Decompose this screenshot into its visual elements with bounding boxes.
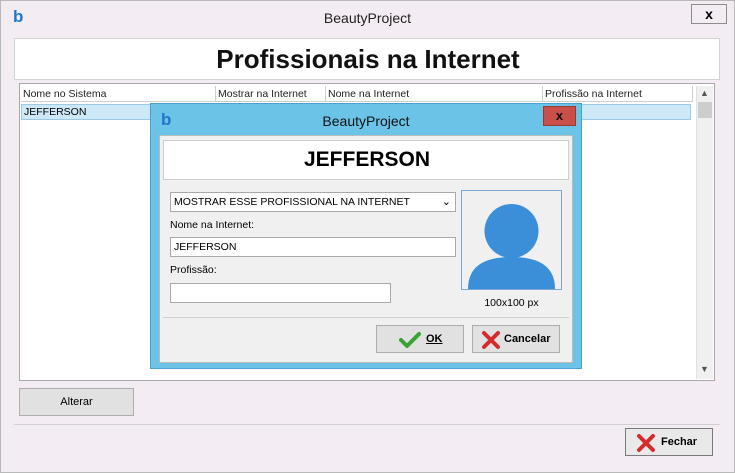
dialog-title: BeautyProject xyxy=(322,113,410,129)
dialog-header: JEFFERSON xyxy=(163,140,569,180)
edit-dialog: b BeautyProject x JEFFERSON MOSTRAR ESSE… xyxy=(150,103,582,369)
cancelar-label: Cancelar xyxy=(504,333,551,345)
chevron-down-icon: ⌄ xyxy=(441,196,451,208)
dialog-close-button[interactable]: x xyxy=(543,106,576,126)
page-title: Profissionais na Internet xyxy=(216,44,520,74)
professional-name: JEFFERSON xyxy=(303,148,431,171)
cell-nome-sistema: JEFFERSON xyxy=(24,106,87,118)
column-header-mostrar[interactable]: Mostrar na Internet xyxy=(216,86,326,102)
scroll-up-icon[interactable]: ▲ xyxy=(700,88,709,98)
alterar-button[interactable]: Alterar xyxy=(19,388,134,416)
window-title: BeautyProject xyxy=(323,10,412,26)
profissao-label: Profissão: xyxy=(170,264,217,276)
page-header: Profissionais na Internet xyxy=(14,38,720,80)
divider xyxy=(163,317,569,318)
vertical-scrollbar[interactable]: ▲ ▼ xyxy=(696,86,713,379)
cancelar-button[interactable]: Cancelar xyxy=(472,325,560,353)
fechar-label: Fechar xyxy=(661,436,698,448)
column-header-nome-sistema[interactable]: Nome no Sistema xyxy=(21,86,216,102)
title-bar: b BeautyProject x xyxy=(1,1,734,35)
close-x-icon xyxy=(482,331,500,349)
scroll-down-icon[interactable]: ▼ xyxy=(700,364,709,374)
user-silhouette-icon xyxy=(468,204,555,289)
ok-label: OK xyxy=(426,333,443,345)
footer-bar xyxy=(14,424,720,462)
avatar-size-caption: 100x100 px xyxy=(484,297,539,309)
fechar-button[interactable]: Fechar xyxy=(625,428,713,456)
close-window-button[interactable]: x xyxy=(691,4,727,24)
column-header-nome-internet[interactable]: Nome na Internet xyxy=(326,86,543,102)
profissao-input[interactable] xyxy=(170,283,391,303)
scroll-thumb[interactable] xyxy=(698,102,712,118)
column-header-profissao[interactable]: Profissão na Internet xyxy=(543,86,693,102)
close-x-icon xyxy=(637,434,655,452)
avatar-image[interactable] xyxy=(461,190,562,290)
ok-button[interactable]: OK xyxy=(376,325,464,353)
checkmark-icon xyxy=(399,332,421,348)
show-on-internet-select[interactable]: MOSTRAR ESSE PROFISSIONAL NA INTERNET ⌄ xyxy=(170,192,456,212)
nome-internet-label: Nome na Internet: xyxy=(170,219,255,231)
nome-internet-input[interactable]: JEFFERSON xyxy=(170,237,456,257)
show-select-value: MOSTRAR ESSE PROFISSIONAL NA INTERNET xyxy=(174,196,410,208)
dialog-body: JEFFERSON MOSTRAR ESSE PROFISSIONAL NA I… xyxy=(159,135,573,363)
